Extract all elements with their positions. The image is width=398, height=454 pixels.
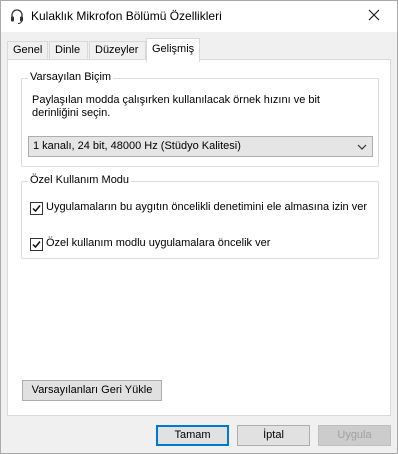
tab-panel-advanced: Varsayılan Biçim Paylaşılan modda çalışı… [7,59,391,416]
exclusive-mode-legend: Özel Kullanım Modu [28,174,132,186]
allow-exclusive-control-label: Uygulamaların bu aygıtın öncelikli denet… [46,201,367,213]
properties-dialog: Kulaklık Mikrofon Bölümü Özellikleri Gen… [0,0,398,454]
sample-rate-value: 1 kanalı, 24 bit, 48000 Hz (Stüdyo Kalit… [33,140,241,152]
exclusive-priority-option[interactable]: Özel kullanım modlu uygulamalara öncelik… [30,237,370,251]
apply-button: Uygula [318,425,391,446]
exclusive-mode-group: Özel Kullanım Modu Uygulamaların bu aygı… [21,174,379,259]
restore-defaults-button[interactable]: Varsayılanları Geri Yükle [22,380,162,401]
checkmark-icon [32,241,41,249]
window-title: Kulaklık Mikrofon Bölümü Özellikleri [31,9,222,23]
default-format-legend: Varsayılan Biçim [28,71,114,83]
tab-listen[interactable]: Dinle [49,41,88,61]
default-format-description: Paylaşılan modda çalışırken kullanılacak… [32,94,320,119]
close-button[interactable] [351,1,397,32]
tab-advanced[interactable]: Gelişmiş [146,38,200,62]
ok-button[interactable]: Tamam [156,425,229,446]
cancel-button[interactable]: İptal [237,425,310,446]
sample-rate-dropdown[interactable]: 1 kanalı, 24 bit, 48000 Hz (Stüdyo Kalit… [28,136,373,157]
chevron-down-icon [357,142,367,150]
allow-exclusive-control-option[interactable]: Uygulamaların bu aygıtın öncelikli denet… [30,201,370,215]
exclusive-priority-checkbox[interactable] [30,238,43,251]
checkmark-icon [32,205,41,213]
tab-general[interactable]: Genel [7,41,48,61]
default-format-group: Varsayılan Biçim Paylaşılan modda çalışı… [21,71,379,167]
title-bar: Kulaklık Mikrofon Bölümü Özellikleri [1,1,397,32]
close-icon [368,9,380,24]
headset-icon [9,8,25,24]
exclusive-priority-label: Özel kullanım modlu uygulamalara öncelik… [46,237,271,249]
allow-exclusive-control-checkbox[interactable] [30,202,43,215]
tab-levels[interactable]: Düzeyler [89,41,146,61]
